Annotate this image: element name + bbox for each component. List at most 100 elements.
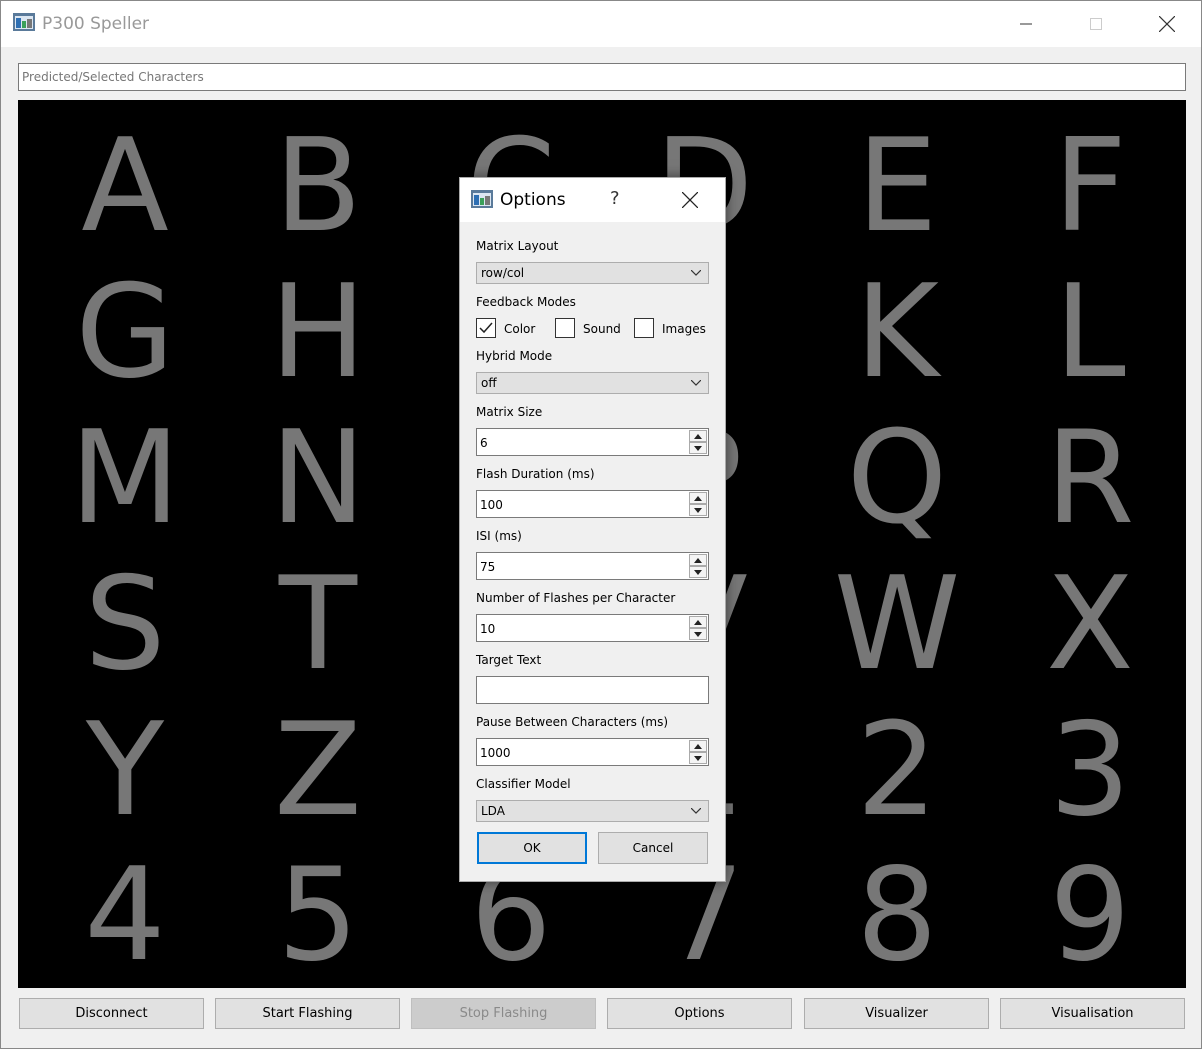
spin-up-button[interactable] — [689, 492, 707, 504]
chevron-down-icon — [691, 270, 701, 276]
color-checkbox[interactable] — [476, 318, 496, 338]
triangle-up-icon — [694, 433, 702, 439]
spin-down-button[interactable] — [689, 752, 707, 764]
minimize-icon — [1020, 23, 1032, 25]
triangle-down-icon — [694, 445, 702, 451]
pause-spinbox[interactable]: 1000 — [476, 738, 709, 766]
minimize-button[interactable] — [991, 1, 1061, 47]
ok-button[interactable]: OK — [477, 832, 587, 864]
maximize-icon — [1090, 18, 1102, 30]
matrix-cell: B — [274, 112, 362, 261]
matrix-cell: 2 — [856, 696, 938, 845]
hybrid-mode-value: off — [481, 376, 497, 390]
target-text-label: Target Text — [476, 653, 542, 667]
maximize-button[interactable] — [1061, 1, 1131, 47]
spin-up-button[interactable] — [689, 430, 707, 442]
app-icon — [13, 13, 35, 31]
matrix-cell: S — [84, 550, 166, 699]
flash-duration-value: 100 — [480, 498, 503, 512]
matrix-cell: L — [1054, 258, 1126, 407]
matrix-size-spinbox[interactable]: 6 — [476, 428, 709, 456]
matrix-cell: 4 — [84, 841, 166, 988]
pause-value: 1000 — [480, 746, 511, 760]
triangle-down-icon — [694, 507, 702, 513]
matrix-cell: Z — [274, 696, 362, 845]
spin-down-button[interactable] — [689, 504, 707, 516]
dialog-title: Options — [500, 190, 566, 210]
close-button[interactable] — [1132, 1, 1202, 47]
matrix-cell: A — [81, 112, 169, 261]
matrix-cell: Y — [85, 696, 165, 845]
isi-label: ISI (ms) — [476, 529, 522, 543]
matrix-cell: E — [856, 112, 938, 261]
matrix-cell: 8 — [856, 841, 938, 988]
help-button[interactable]: ? — [610, 188, 620, 209]
start-flashing-button[interactable]: Start Flashing — [215, 998, 400, 1029]
spin-down-button[interactable] — [689, 628, 707, 640]
app-icon — [471, 190, 493, 208]
images-checkbox[interactable] — [634, 318, 654, 338]
flash-duration-spinbox[interactable]: 100 — [476, 490, 709, 518]
matrix-cell: K — [855, 258, 939, 407]
triangle-down-icon — [694, 569, 702, 575]
stop-flashing-button[interactable]: Stop Flashing — [411, 998, 596, 1029]
target-text-input[interactable] — [476, 676, 709, 704]
triangle-up-icon — [694, 495, 702, 501]
matrix-cell: 3 — [1049, 696, 1131, 845]
matrix-cell: W — [833, 550, 961, 699]
spin-down-button[interactable] — [689, 442, 707, 454]
hybrid-mode-select[interactable]: off — [476, 372, 709, 394]
disconnect-button[interactable]: Disconnect — [19, 998, 204, 1029]
isi-value: 75 — [480, 560, 496, 574]
color-checkbox-label: Color — [504, 322, 536, 336]
chevron-down-icon — [691, 808, 701, 814]
bottom-toolbar: Disconnect Start Flashing Stop Flashing … — [1, 998, 1202, 1030]
classifier-select[interactable]: LDA — [476, 800, 709, 822]
num-flashes-value: 10 — [480, 622, 496, 636]
spin-up-button[interactable] — [689, 616, 707, 628]
close-icon — [1159, 16, 1175, 32]
triangle-down-icon — [694, 755, 702, 761]
matrix-cell: G — [75, 258, 175, 407]
flash-duration-label: Flash Duration (ms) — [476, 467, 595, 481]
options-button[interactable]: Options — [607, 998, 792, 1029]
visualizer-button[interactable]: Visualizer — [804, 998, 989, 1029]
matrix-layout-select[interactable]: row/col — [476, 262, 709, 284]
matrix-cell: N — [270, 404, 366, 553]
classifier-value: LDA — [481, 804, 505, 818]
sound-checkbox-label: Sound — [583, 322, 621, 336]
matrix-cell: T — [278, 550, 358, 699]
checkmark-icon — [479, 322, 493, 334]
title-bar: P300 Speller — [1, 1, 1201, 47]
close-icon — [682, 192, 698, 208]
visualisation-button[interactable]: Visualisation — [1000, 998, 1185, 1029]
num-flashes-label: Number of Flashes per Character — [476, 591, 676, 605]
triangle-up-icon — [694, 619, 702, 625]
matrix-cell: 9 — [1049, 841, 1131, 988]
triangle-down-icon — [694, 631, 702, 637]
matrix-cell: H — [269, 258, 367, 407]
hybrid-mode-label: Hybrid Mode — [476, 349, 553, 363]
dialog-close-button[interactable] — [675, 186, 705, 214]
dialog-title-bar: Options ? — [460, 178, 725, 222]
matrix-layout-label: Matrix Layout — [476, 239, 559, 253]
sound-checkbox[interactable] — [555, 318, 575, 338]
matrix-size-label: Matrix Size — [476, 405, 543, 419]
predicted-characters-field[interactable]: Predicted/Selected Characters — [18, 63, 1186, 91]
pause-label: Pause Between Characters (ms) — [476, 715, 669, 729]
cancel-button[interactable]: Cancel — [598, 832, 708, 864]
spin-up-button[interactable] — [689, 740, 707, 752]
spin-up-button[interactable] — [689, 554, 707, 566]
isi-spinbox[interactable]: 75 — [476, 552, 709, 580]
feedback-modes-label: Feedback Modes — [476, 295, 576, 309]
matrix-cell: M — [69, 404, 181, 553]
spin-down-button[interactable] — [689, 566, 707, 578]
chevron-down-icon — [691, 380, 701, 386]
options-dialog: Options ? Matrix Layout row/col Feedback… — [459, 177, 726, 882]
window-title: P300 Speller — [42, 14, 150, 34]
triangle-up-icon — [694, 557, 702, 563]
num-flashes-spinbox[interactable]: 10 — [476, 614, 709, 642]
matrix-layout-value: row/col — [481, 266, 525, 280]
matrix-cell: Q — [846, 404, 948, 553]
matrix-cell: R — [1045, 404, 1135, 553]
